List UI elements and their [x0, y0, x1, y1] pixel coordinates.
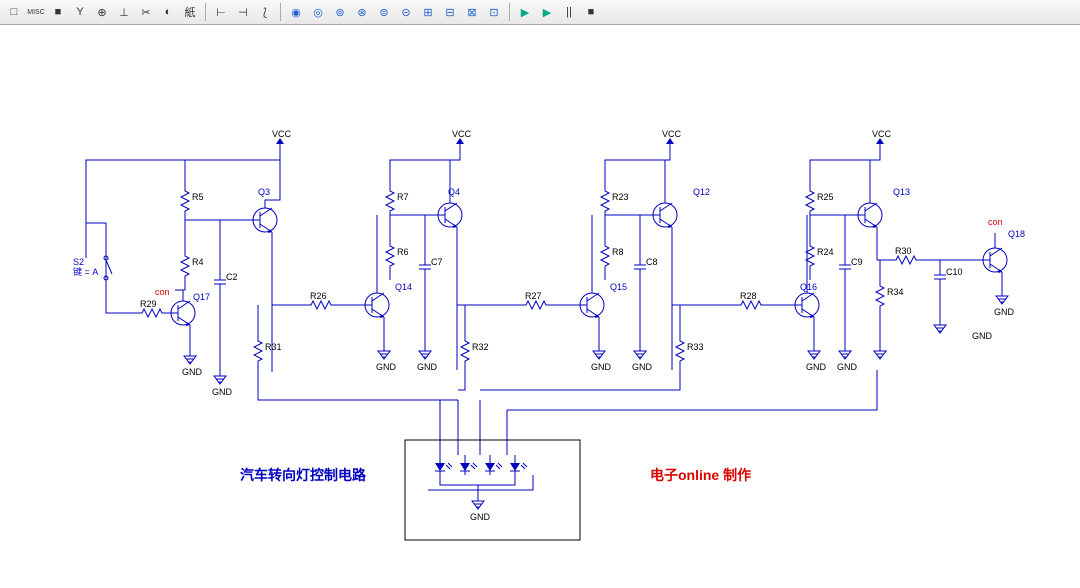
svg-text:R34: R34	[887, 287, 904, 297]
tool-sim5-icon[interactable]: ⊜	[374, 2, 394, 22]
run-step-icon[interactable]: ▶	[515, 2, 535, 22]
tool-y-icon[interactable]: Y	[70, 2, 90, 22]
svg-text:R29: R29	[140, 299, 157, 309]
svg-text:GND: GND	[994, 307, 1015, 317]
svg-text:R31: R31	[265, 342, 282, 352]
svg-text:Q16: Q16	[800, 282, 817, 292]
svg-text:Q14: Q14	[395, 282, 412, 292]
svg-text:R33: R33	[687, 342, 704, 352]
stage-4[interactable]: Q16 R25 R24 C9 Q13 R30 R34 C10 GND GND G…	[795, 150, 1025, 372]
svg-text:R27: R27	[525, 291, 542, 301]
svg-text:con: con	[988, 217, 1003, 227]
svg-text:R5: R5	[192, 192, 204, 202]
separator	[280, 3, 281, 21]
tool-circle-icon[interactable]: ◐	[158, 2, 178, 22]
tool-sim7-icon[interactable]: ⊞	[418, 2, 438, 22]
tool-target-icon[interactable]: ⊕	[92, 2, 112, 22]
svg-text:GND: GND	[376, 362, 397, 372]
svg-text:VCC: VCC	[452, 129, 472, 139]
svg-text:GND: GND	[837, 362, 858, 372]
svg-text:R30: R30	[895, 246, 912, 256]
title-right: 电子online 制作	[650, 467, 751, 483]
svg-text:C8: C8	[646, 257, 658, 267]
svg-text:Q18: Q18	[1008, 229, 1025, 239]
tool-sim6-icon[interactable]: ⊝	[396, 2, 416, 22]
svg-text:R4: R4	[192, 257, 204, 267]
tool-fill-icon[interactable]: ■	[48, 2, 68, 22]
svg-text:GND: GND	[182, 367, 203, 377]
svg-text:GND: GND	[632, 362, 653, 372]
tool-ground-icon[interactable]: ⊥	[114, 2, 134, 22]
led-box[interactable]: GND	[405, 440, 580, 540]
svg-text:GND: GND	[591, 362, 612, 372]
svg-text:R26: R26	[310, 291, 327, 301]
vcc-bus: VCC VCC VCC VCC	[272, 129, 892, 150]
svg-text:con: con	[155, 287, 170, 297]
svg-text:Q3: Q3	[258, 187, 270, 197]
svg-text:GND: GND	[972, 331, 993, 341]
tool-sim1-icon[interactable]: ◉	[286, 2, 306, 22]
svg-text:C7: C7	[431, 257, 443, 267]
svg-text:S2: S2	[73, 257, 84, 267]
svg-text:GND: GND	[417, 362, 438, 372]
stage-2[interactable]: Q14 R7 R6 C7 Q4 R32 GND GND R27	[365, 150, 582, 372]
tool-cut-icon[interactable]: ✂	[136, 2, 156, 22]
schematic-canvas[interactable]: VCC VCC VCC VCC Q3 R5 R4 C2 Q17 con R29 …	[0, 25, 1080, 587]
svg-text:Q12: Q12	[693, 187, 710, 197]
svg-text:VCC: VCC	[272, 129, 292, 139]
svg-text:C2: C2	[226, 272, 238, 282]
run-play-icon[interactable]: ▶	[537, 2, 557, 22]
svg-text:R8: R8	[612, 247, 624, 257]
run-stop-icon[interactable]: ■	[581, 2, 601, 22]
svg-text:C9: C9	[851, 257, 863, 267]
stage-3[interactable]: Q15 R23 R8 C8 Q12 R33 GND GND R28	[580, 150, 797, 372]
tool-misc[interactable]: MISC	[26, 2, 46, 22]
svg-text:Q15: Q15	[610, 282, 627, 292]
svg-text:R23: R23	[612, 192, 629, 202]
svg-text:Q17: Q17	[193, 292, 210, 302]
tool-sim9-icon[interactable]: ⊠	[462, 2, 482, 22]
schematic-svg: VCC VCC VCC VCC Q3 R5 R4 C2 Q17 con R29 …	[0, 25, 1080, 587]
tool-sim8-icon[interactable]: ⊟	[440, 2, 460, 22]
svg-text:VCC: VCC	[662, 129, 682, 139]
tool-step-icon[interactable]: ⟅	[255, 2, 275, 22]
svg-text:GND: GND	[806, 362, 827, 372]
svg-text:R32: R32	[472, 342, 489, 352]
svg-text:R6: R6	[397, 247, 409, 257]
separator	[205, 3, 206, 21]
run-pause-icon[interactable]: ||	[559, 2, 579, 22]
output-bus	[258, 370, 877, 455]
tool-sim10-icon[interactable]: ⊡	[484, 2, 504, 22]
svg-text:R7: R7	[397, 192, 409, 202]
toolbar: □ MISC ■ Y ⊕ ⊥ ✂ ◐ 紙 ⊢ ⊣ ⟅ ◉ ◎ ⊚ ⊛ ⊜ ⊝ ⊞…	[0, 0, 1080, 25]
svg-text:R24: R24	[817, 247, 834, 257]
svg-text:VCC: VCC	[872, 129, 892, 139]
separator	[509, 3, 510, 21]
svg-text:R25: R25	[817, 192, 834, 202]
svg-text:GND: GND	[470, 512, 491, 522]
svg-text:GND: GND	[212, 387, 233, 397]
tool-align-r-icon[interactable]: ⊣	[233, 2, 253, 22]
tool-sim2-icon[interactable]: ◎	[308, 2, 328, 22]
tool-sim3-icon[interactable]: ⊚	[330, 2, 350, 22]
svg-text:C10: C10	[946, 267, 963, 277]
tool-box-icon[interactable]: □	[4, 2, 24, 22]
stage-1[interactable]: Q3 R5 R4 C2 Q17 con R29 S2 键 = A R31 GND…	[73, 150, 367, 397]
svg-text:键 = A: 键 = A	[73, 266, 98, 277]
svg-text:R28: R28	[740, 291, 757, 301]
tool-align-l-icon[interactable]: ⊢	[211, 2, 231, 22]
svg-text:Q13: Q13	[893, 187, 910, 197]
title-left: 汽车转向灯控制电路	[240, 467, 367, 483]
tool-doc-icon[interactable]: 紙	[180, 2, 200, 22]
tool-sim4-icon[interactable]: ⊛	[352, 2, 372, 22]
